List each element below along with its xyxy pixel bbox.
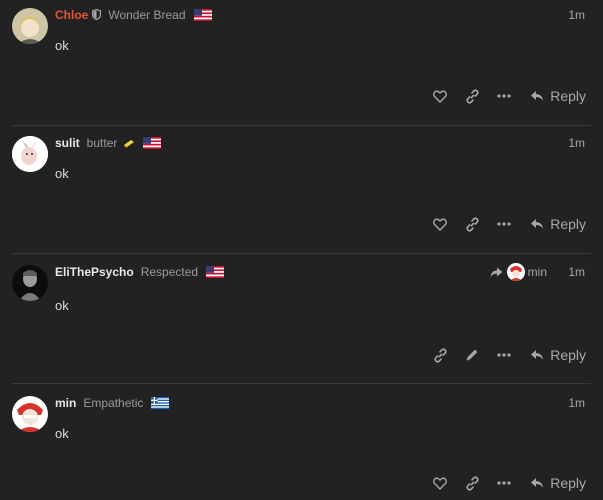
shield-icon	[92, 8, 102, 23]
reply-button[interactable]: Reply	[530, 216, 586, 232]
post-1: Chloe Wonder Bread 1m ok Reply	[0, 6, 603, 126]
copy-link-button[interactable]	[456, 471, 488, 495]
post-meta: Chloe Wonder Bread	[55, 6, 212, 24]
post-body: ok	[55, 298, 69, 313]
post-age[interactable]: 1m	[568, 394, 585, 412]
copy-link-button[interactable]	[456, 84, 488, 108]
ellipsis-icon	[497, 481, 511, 485]
post-divider	[12, 125, 591, 126]
reply-arrow-icon	[531, 219, 544, 229]
pencil-icon	[466, 349, 478, 361]
heart-icon	[433, 476, 448, 490]
reply-label: Reply	[550, 347, 586, 363]
post-actions: Reply	[424, 343, 586, 367]
reply-label: Reply	[550, 216, 586, 232]
username[interactable]: min	[55, 396, 76, 410]
username[interactable]: Chloe	[55, 8, 88, 22]
us-flag-icon	[193, 9, 212, 21]
heart-icon	[433, 89, 448, 103]
heart-icon	[433, 217, 448, 231]
reply-arrow-icon	[531, 91, 544, 101]
reply-label: Reply	[550, 475, 586, 491]
post-body: ok	[55, 38, 69, 53]
reply-to-username: min	[527, 265, 547, 279]
more-button[interactable]	[488, 343, 520, 367]
like-button[interactable]	[424, 212, 456, 236]
avatar-elithepsycho[interactable]	[12, 265, 48, 301]
more-button[interactable]	[488, 84, 520, 108]
post-actions: Reply	[424, 471, 586, 495]
post-divider	[12, 383, 591, 384]
post-4: min Empathetic 1m ok Reply	[0, 394, 603, 500]
reply-arrow-icon	[531, 350, 544, 360]
reply-to-avatar	[506, 263, 525, 281]
butter-icon	[123, 136, 135, 151]
share-arrow-icon	[490, 267, 503, 277]
post-body: ok	[55, 166, 69, 181]
user-title: Empathetic	[83, 396, 144, 410]
reply-button[interactable]: Reply	[530, 88, 586, 104]
post-body: ok	[55, 426, 69, 441]
avatar-chloe[interactable]	[12, 8, 48, 44]
reply-arrow-icon	[531, 478, 544, 488]
like-button[interactable]	[424, 471, 456, 495]
user-title: Respected	[140, 265, 199, 279]
username[interactable]: sulit	[55, 136, 80, 150]
more-button[interactable]	[488, 471, 520, 495]
ellipsis-icon	[497, 353, 511, 357]
post-meta: sulit butter	[55, 134, 162, 152]
reply-label: Reply	[550, 88, 586, 104]
greek-flag-icon	[151, 397, 170, 409]
post-2: sulit butter 1m ok Reply	[0, 134, 603, 254]
like-button[interactable]	[424, 84, 456, 108]
us-flag-icon	[143, 137, 162, 149]
us-flag-icon	[206, 266, 225, 278]
user-title: butter	[86, 136, 118, 150]
more-button[interactable]	[488, 212, 520, 236]
post-actions: Reply	[424, 84, 586, 108]
link-icon	[466, 216, 479, 232]
user-title: Wonder Bread	[108, 8, 186, 22]
post-3: EliThePsycho Respected min 1m ok Reply	[0, 263, 603, 383]
avatar-min[interactable]	[12, 396, 48, 432]
ellipsis-icon	[497, 222, 511, 226]
post-meta: min Empathetic	[55, 394, 170, 412]
post-meta: EliThePsycho Respected	[55, 263, 225, 281]
copy-link-button[interactable]	[456, 212, 488, 236]
post-age[interactable]: 1m	[568, 134, 585, 152]
reply-button[interactable]: Reply	[530, 347, 586, 363]
post-age[interactable]: 1m	[568, 263, 585, 281]
post-divider	[12, 253, 591, 254]
post-age[interactable]: 1m	[568, 6, 585, 24]
edit-button[interactable]	[456, 343, 488, 367]
copy-link-button[interactable]	[424, 343, 456, 367]
reply-button[interactable]: Reply	[530, 475, 586, 491]
link-icon	[466, 475, 479, 491]
reply-to-tab[interactable]: min	[490, 261, 547, 283]
link-icon	[466, 88, 479, 104]
post-actions: Reply	[424, 212, 586, 236]
ellipsis-icon	[497, 94, 511, 98]
link-icon	[434, 347, 447, 363]
avatar-sulit[interactable]	[12, 136, 48, 172]
username[interactable]: EliThePsycho	[55, 265, 134, 279]
